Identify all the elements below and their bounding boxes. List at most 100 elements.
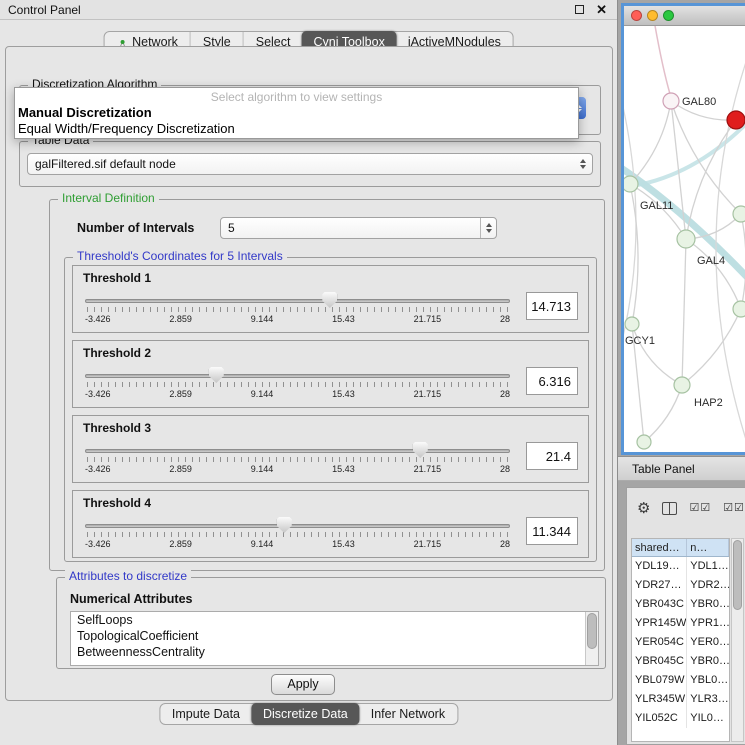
table-data-combobox[interactable]: galFiltered.sif default node xyxy=(27,153,593,175)
scale-tick-label: -3.426 xyxy=(85,539,111,549)
network-node[interactable] xyxy=(663,93,679,109)
table-cell: YER054C xyxy=(632,633,687,652)
threshold-value-field[interactable]: 6.316 xyxy=(526,367,578,395)
dropdown-option-equal-width-frequency[interactable]: Equal Width/Frequency Discretization xyxy=(15,121,578,137)
network-node[interactable] xyxy=(637,435,651,449)
slider-row: -3.4262.8599.14415.4321.71528 14.713 xyxy=(85,292,578,330)
control-panel: Control Panel ✕ Network Style Select Cyn… xyxy=(0,0,618,745)
threshold-slider[interactable]: -3.4262.8599.14415.4321.71528 xyxy=(85,517,510,555)
slider-groove xyxy=(85,524,510,528)
slider-thumb[interactable] xyxy=(322,292,337,308)
table-row[interactable]: YBR043CYBR0… xyxy=(632,595,729,614)
tab-infer-network-label: Infer Network xyxy=(371,703,445,725)
threshold-panel: Threshold 2-3.4262.8599.14415.4321.71528… xyxy=(72,340,589,408)
scale-tick-label: 9.144 xyxy=(251,389,274,399)
gear-icon[interactable]: ⚙ xyxy=(637,501,650,516)
table-header-cell[interactable]: shared… xyxy=(632,539,687,556)
interval-definition-group-title: Interval Definition xyxy=(58,192,159,205)
table-row[interactable]: YBR045CYBR0… xyxy=(632,652,729,671)
slider-thumb[interactable] xyxy=(413,442,428,458)
table-cell: YBR0… xyxy=(687,595,729,614)
table-row[interactable]: YBL079WYBL0… xyxy=(632,671,729,690)
attributes-group-title: Attributes to discretize xyxy=(65,570,191,583)
threshold-value-field[interactable]: 21.4 xyxy=(526,442,578,470)
network-node[interactable] xyxy=(677,230,695,248)
tab-infer-network[interactable]: Infer Network xyxy=(359,704,457,724)
list-scrollbar-thumb[interactable] xyxy=(587,613,597,649)
threshold-slider[interactable]: -3.4262.8599.14415.4321.71528 xyxy=(85,367,510,405)
threshold-label: Threshold 4 xyxy=(83,496,151,510)
slider-scale: -3.4262.8599.14415.4321.71528 xyxy=(85,464,510,474)
attribute-item[interactable]: TopologicalCoefficient xyxy=(71,628,598,644)
slider-thumb[interactable] xyxy=(277,517,292,533)
slider-ticks xyxy=(87,457,508,462)
threshold-panel: Threshold 4 -3.4262.8599.14415.4321.71528… xyxy=(72,490,589,558)
number-of-intervals-spinner[interactable]: 5 xyxy=(220,217,497,239)
tab-discretize-data[interactable]: Discretize Data xyxy=(251,703,360,725)
table-data-selected-value: galFiltered.sif default node xyxy=(35,157,176,171)
columns-icon[interactable] xyxy=(662,502,677,515)
threshold-value-field[interactable]: 11.344 xyxy=(526,517,578,545)
network-node[interactable] xyxy=(624,176,638,192)
interval-definition-group: Interval Definition Number of Intervals … xyxy=(49,199,605,571)
float-window-icon[interactable] xyxy=(575,5,584,14)
network-node[interactable] xyxy=(733,206,745,222)
network-edge xyxy=(682,309,741,385)
scale-tick-label: 15.43 xyxy=(332,389,355,399)
list-scrollbar[interactable] xyxy=(585,612,598,665)
table-row[interactable]: YPR145WYPR1… xyxy=(632,614,729,633)
tab-impute-data-label: Impute Data xyxy=(172,703,240,725)
table-scrollbar[interactable] xyxy=(731,538,744,742)
numerical-attributes-list[interactable]: SelfLoopsTopologicalCoefficientBetweenne… xyxy=(70,611,599,666)
table-panel-title: Table Panel xyxy=(632,462,695,476)
attribute-item[interactable]: BetweennessCentrality xyxy=(71,644,598,660)
network-node[interactable] xyxy=(674,377,690,393)
table-header-cell[interactable]: n… xyxy=(687,539,729,556)
scale-tick-label: 28 xyxy=(500,464,510,474)
network-window-titlebar[interactable] xyxy=(624,6,745,26)
scale-tick-label: 9.144 xyxy=(251,314,274,324)
network-node-label: GAL4 xyxy=(697,255,725,267)
thresholds-container: Threshold 1-3.4262.8599.14415.4321.71528… xyxy=(65,265,596,565)
dropdown-placeholder: Select algorithm to view settings xyxy=(15,89,578,105)
attribute-item[interactable]: SelfLoops xyxy=(71,612,598,628)
threshold-panel: Threshold 3 -3.4262.8599.14415.4321.71528… xyxy=(72,415,589,483)
scale-tick-label: -3.426 xyxy=(85,389,111,399)
slider-row: -3.4262.8599.14415.4321.715286.316 xyxy=(85,367,578,405)
table-cell: YDL19… xyxy=(632,557,687,576)
scale-tick-label: 21.715 xyxy=(414,314,442,324)
threshold-value-field[interactable]: 14.713 xyxy=(526,292,578,320)
close-traffic-icon[interactable] xyxy=(631,10,642,21)
zoom-traffic-icon[interactable] xyxy=(663,10,674,21)
table-row[interactable]: YDL19…YDL1… xyxy=(632,557,729,576)
threshold-label: Threshold 3 xyxy=(83,421,151,435)
minimize-traffic-icon[interactable] xyxy=(647,10,658,21)
table-panel-titlebar[interactable]: Table Panel xyxy=(618,456,745,481)
network-canvas[interactable]: GAL80GAL11GAL4GCY1HAP2 xyxy=(624,26,745,452)
tab-impute-data[interactable]: Impute Data xyxy=(160,704,252,724)
slider-thumb[interactable] xyxy=(209,367,224,383)
threshold-slider[interactable]: -3.4262.8599.14415.4321.71528 xyxy=(85,442,510,480)
network-edge xyxy=(741,214,745,309)
apply-button[interactable]: Apply xyxy=(271,674,335,695)
table-row[interactable]: YER054CYER0… xyxy=(632,633,729,652)
table-row[interactable]: YIL052CYIL0… xyxy=(632,709,729,728)
table-scrollbar-thumb[interactable] xyxy=(733,540,742,610)
network-node[interactable] xyxy=(625,317,639,331)
close-icon[interactable]: ✕ xyxy=(596,3,607,16)
numerical-attributes-label: Numerical Attributes xyxy=(70,592,192,606)
slider-ticks xyxy=(87,307,508,312)
table-row[interactable]: YDR27…YDR2… xyxy=(632,576,729,595)
table-row[interactable]: YLR345WYLR3… xyxy=(632,690,729,709)
scale-tick-label: 15.43 xyxy=(332,464,355,474)
network-node[interactable] xyxy=(727,111,745,129)
network-node[interactable] xyxy=(733,301,745,317)
dropdown-option-manual-discretization[interactable]: Manual Discretization xyxy=(15,105,578,121)
number-of-intervals-label: Number of Intervals xyxy=(77,221,194,235)
select-columns-icon[interactable]: ☑☑ xyxy=(689,503,711,514)
network-edge xyxy=(682,239,686,385)
select-rows-icon[interactable]: ☑☑ xyxy=(723,503,745,514)
scale-tick-label: -3.426 xyxy=(85,314,111,324)
threshold-slider[interactable]: -3.4262.8599.14415.4321.71528 xyxy=(85,292,510,330)
spinner-arrows-icon[interactable] xyxy=(480,218,496,238)
